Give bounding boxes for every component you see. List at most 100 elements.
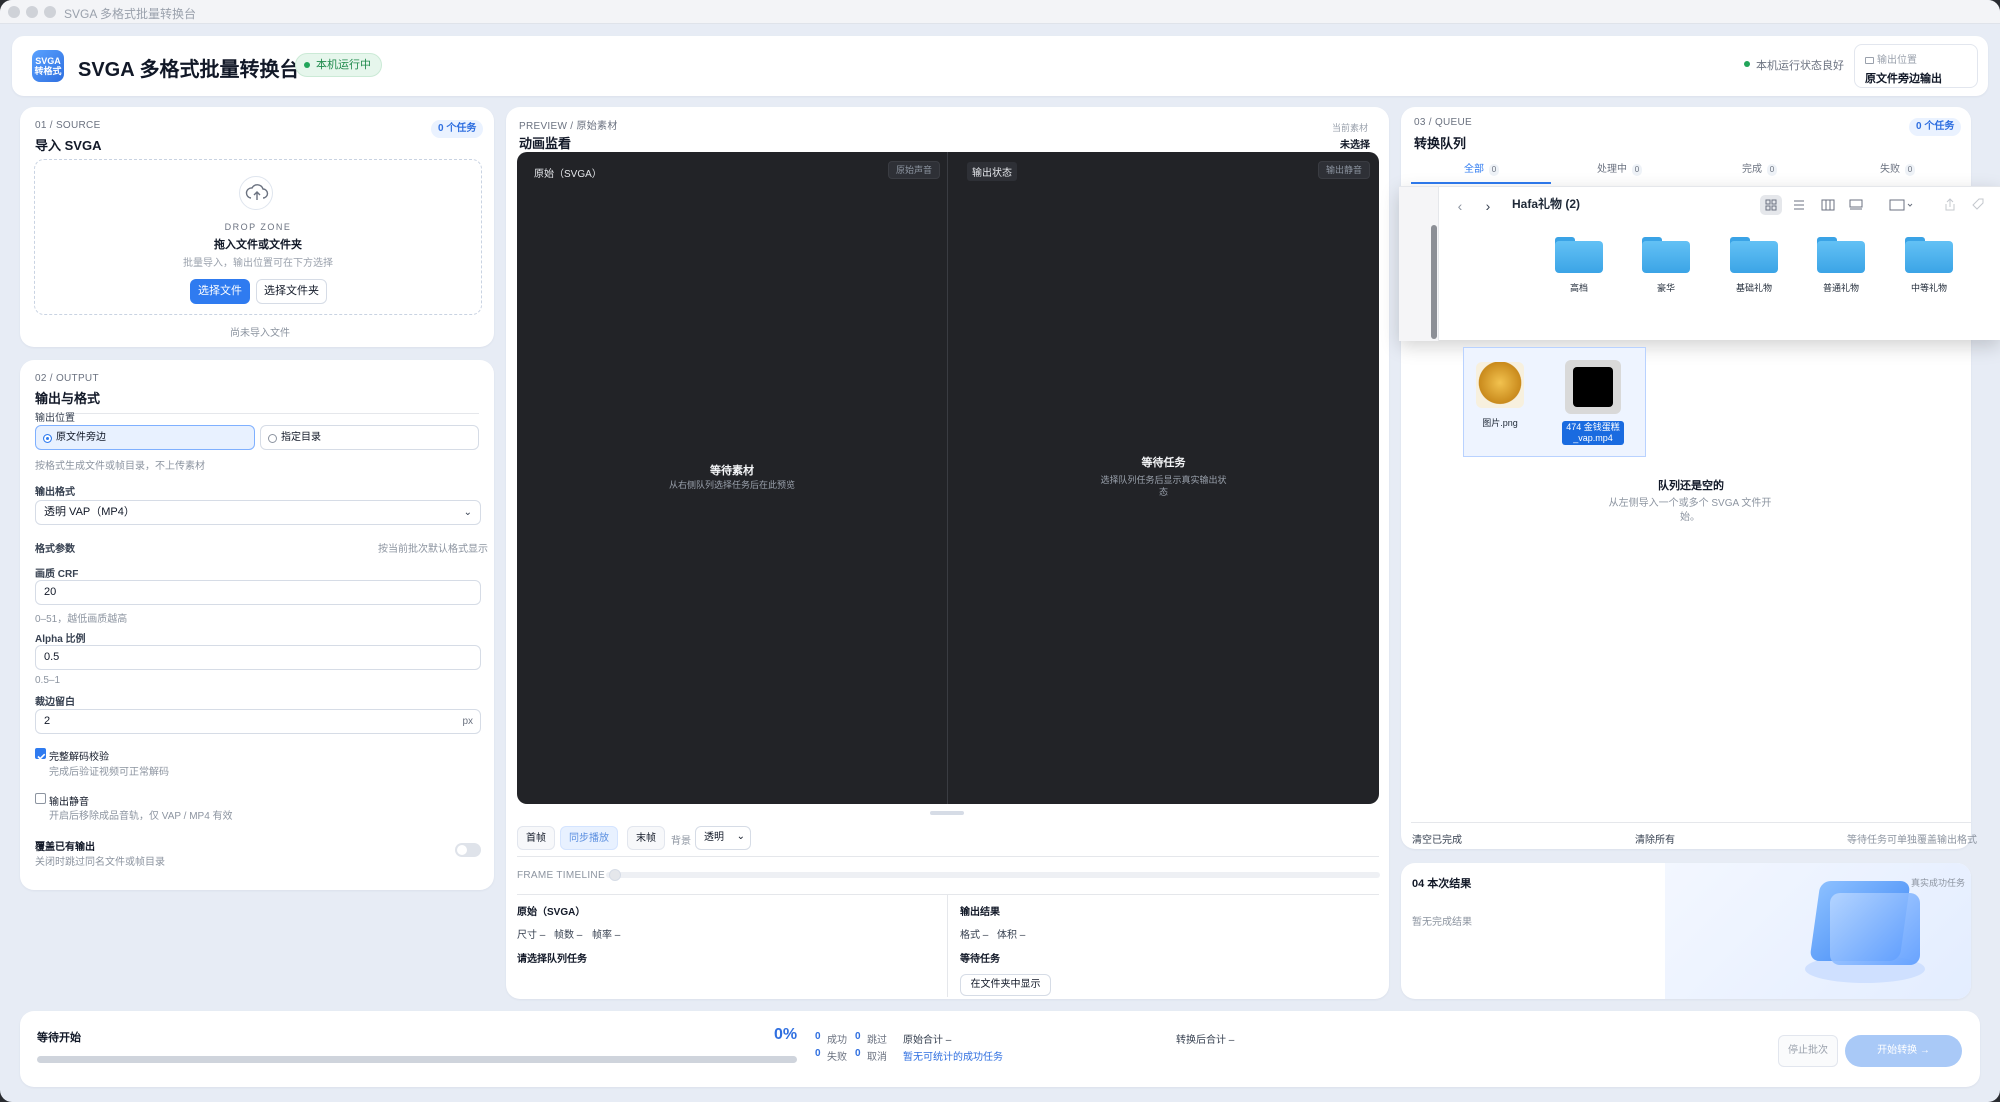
mute-checkbox[interactable] [35, 793, 46, 804]
dragged-file-name: 图片.png [1482, 418, 1518, 428]
back-icon[interactable]: ‹ [1447, 195, 1473, 217]
folder-item[interactable]: 高档 [1549, 237, 1609, 294]
original-pane-hint: 从右侧队列选择任务后在此预览 [668, 480, 795, 490]
output-format-select[interactable]: 透明 VAP（MP4） ⌄ [35, 500, 481, 525]
tab-failed[interactable]: 失败 0 [1880, 160, 1915, 176]
output-kicker: 02 / OUTPUT [35, 373, 99, 384]
app-window: SVGA 多格式批量转换台 SVGA 转格式 SVGA 多格式批量转换台 本机运行… [0, 0, 2000, 1102]
results-card: 04 本次结果 真实成功任务 暂无完成结果 [1401, 863, 1971, 999]
source-fps: 帧率 – [592, 930, 621, 941]
queue-kicker: 03 / QUEUE [1414, 117, 1473, 128]
last-frame-button[interactable]: 末帧 [627, 826, 665, 850]
current-source-value: 未选择 [1340, 140, 1370, 151]
output-pane-hint: 选择队列任务后显示真实输出状态 [1100, 475, 1227, 497]
output-info-title: 输出结果 [960, 907, 1000, 918]
source-kicker: 01 / SOURCE [35, 120, 101, 131]
verify-checkbox[interactable] [35, 748, 46, 760]
success-count: 0 [815, 1031, 821, 1042]
queue-title: 转换队列 [1414, 136, 1467, 151]
group-by-icon[interactable] [1886, 195, 1916, 215]
tab-all[interactable]: 全部 0 [1464, 160, 1499, 176]
tab-done[interactable]: 完成 0 [1742, 160, 1777, 176]
share-icon[interactable] [1939, 195, 1961, 215]
icon-view-icon[interactable] [1760, 195, 1782, 215]
folder-item[interactable]: 中等礼物 [1899, 237, 1959, 294]
results-title: 04 本次结果 [1412, 878, 1472, 890]
verify-label: 完整解码校验 [49, 752, 109, 763]
output-location-label: 输出位置 [35, 413, 75, 424]
folder-icon [1905, 237, 1953, 273]
clear-all-button[interactable]: 清除所有 [1635, 831, 1675, 846]
column-view-icon[interactable] [1817, 195, 1839, 215]
radio-beside-source[interactable]: 原文件旁边 [35, 425, 255, 450]
alpha-input[interactable]: 0.5 [35, 645, 481, 670]
format-params-label: 格式参数 [35, 544, 75, 555]
divider [1411, 822, 1971, 823]
folder-icon [1555, 237, 1603, 273]
current-source-label: 当前素材 [1332, 123, 1369, 133]
no-stats-text: 暂无可统计的成功任务 [903, 1052, 1003, 1063]
mute-hint: 开启后移除成品音轨，仅 VAP / MP4 有效 [49, 811, 233, 822]
divider [517, 856, 1379, 857]
cancel-count: 0 [855, 1048, 861, 1059]
crop-input[interactable]: 2 px [35, 709, 481, 734]
stop-batch-button[interactable]: 停止批次 [1778, 1035, 1838, 1067]
original-pane-message: 等待素材 [710, 465, 754, 477]
crf-input[interactable]: 20 [35, 580, 481, 605]
folder-item[interactable]: 豪华 [1636, 237, 1696, 294]
drop-zone-subtitle: 批量导入，输出位置可在下方选择 [183, 258, 333, 269]
dragged-files[interactable]: 图片.png 474 金钱蛋糕 _vap.mp4 [1463, 347, 1646, 457]
skip-count: 0 [855, 1031, 861, 1042]
output-location-hint: 按格式生成文件或帧目录，不上传素材 [35, 461, 205, 472]
chevron-down-icon: ⌄ [463, 507, 472, 518]
resize-handle[interactable] [930, 811, 964, 815]
progress-percent: 0% [774, 1026, 798, 1043]
image-thumbnail-icon [1476, 362, 1524, 408]
output-location-button[interactable]: 输出位置 原文件旁边输出 [1854, 44, 1978, 88]
show-in-folder-button[interactable]: 在文件夹中显示 [960, 974, 1051, 996]
skip-label: 跳过 [867, 1035, 887, 1046]
queue-empty-title: 队列还是空的 [1658, 480, 1724, 492]
sync-play-button[interactable]: 同步播放 [560, 826, 618, 850]
frame-timeline-slider[interactable] [606, 869, 1380, 881]
minimize-window-button[interactable] [26, 6, 38, 18]
mute-label: 输出静音 [49, 797, 89, 808]
gallery-view-icon[interactable] [1845, 195, 1867, 215]
select-files-button[interactable]: 选择文件 [190, 279, 250, 304]
finder-scrollbar[interactable] [1431, 225, 1437, 339]
source-task-badge: 0 个任务 [431, 120, 484, 138]
tab-processing[interactable]: 处理中 0 [1597, 160, 1642, 176]
folder-item[interactable]: 普通礼物 [1811, 237, 1871, 294]
radio-custom-directory[interactable]: 指定目录 [260, 425, 479, 450]
overall-progress [37, 1056, 797, 1063]
results-tag: 真实成功任务 [1911, 878, 1966, 888]
folder-icon [1865, 57, 1874, 64]
overwrite-toggle[interactable] [455, 843, 481, 857]
timeline-thumb[interactable] [609, 869, 621, 881]
running-status-badge: 本机运行中 [295, 53, 382, 77]
list-view-icon[interactable] [1788, 195, 1810, 215]
status-dot-icon [304, 62, 310, 68]
verify-hint: 完成后验证视频可正常解码 [49, 767, 169, 778]
output-mute-chip[interactable]: 输出静音 [1318, 161, 1371, 179]
app-header: SVGA 转格式 SVGA 多格式批量转换台 本机运行中 本机运行状态良好 输出位… [12, 36, 1988, 96]
drop-zone[interactable]: DROP ZONE 拖入文件或文件夹 批量导入，输出位置可在下方选择 选择文件 … [34, 159, 482, 315]
tag-icon[interactable] [1967, 195, 1989, 215]
queue-footer-hint: 等待任务可单独覆盖输出格式 [1847, 835, 1977, 846]
alpha-hint: 0.5–1 [35, 675, 61, 686]
start-convert-button[interactable]: 开始转换 → [1845, 1035, 1962, 1067]
active-tab-indicator [1411, 182, 1551, 184]
select-folder-button[interactable]: 选择文件夹 [256, 279, 327, 304]
folder-item[interactable]: 基础礼物 [1724, 237, 1784, 294]
clear-done-button[interactable]: 清空已完成 [1412, 831, 1462, 846]
converted-total: 转换后合计 – [1176, 1035, 1235, 1046]
first-frame-button[interactable]: 首帧 [517, 826, 555, 850]
source-frames: 帧数 – [554, 930, 583, 941]
output-info-status: 等待任务 [960, 954, 1000, 965]
zoom-window-button[interactable] [44, 6, 56, 18]
background-select[interactable]: 透明 ⌄ [695, 826, 751, 850]
forward-icon[interactable]: › [1475, 195, 1501, 217]
background-label: 背景 [671, 836, 691, 847]
original-audio-chip[interactable]: 原始声音 [888, 161, 941, 179]
close-window-button[interactable] [8, 6, 20, 18]
